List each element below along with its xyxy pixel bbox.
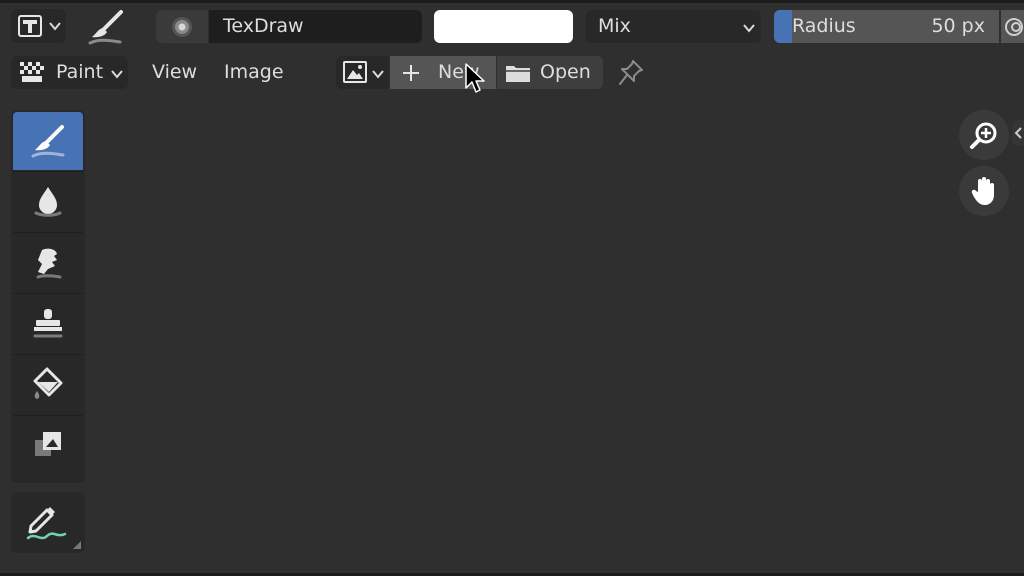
color-swatch[interactable] [434,10,573,43]
pressure-icon [1004,17,1024,37]
paint-bucket-icon [29,365,67,403]
zoom-icon [969,120,999,150]
sidebar-toggle-button[interactable] [1012,120,1024,146]
mask-icon [31,428,65,462]
smear-icon [30,244,66,280]
blend-mode-value: Mix [598,15,631,37]
chevron-down-icon [743,23,755,33]
smear-tool[interactable] [13,233,83,291]
brush-preview-button[interactable] [156,10,208,43]
annotate-tool[interactable] [11,492,85,553]
image-browse-button[interactable] [336,56,389,89]
stamp-icon [30,305,66,341]
chevron-down-icon [111,69,123,79]
mask-tool[interactable] [13,416,83,474]
radius-label: Radius [792,15,856,37]
menu-view[interactable]: View [152,63,197,82]
radius-slider-fill [774,10,792,43]
soften-tool[interactable] [13,172,83,230]
pin-icon[interactable] [618,59,644,87]
image-icon [343,61,367,83]
radius-slider[interactable]: Radius 50 px [774,10,999,43]
annotate-pencil-icon [25,502,71,544]
zoom-button[interactable] [959,110,1009,160]
mode-dropdown[interactable]: Paint [11,56,128,89]
brush-name-text: TexDraw [223,15,304,37]
blend-mode-dropdown[interactable]: Mix [586,10,761,43]
radius-value: 50 px [931,15,985,37]
hand-icon [970,175,998,207]
tool-shelf [11,110,85,483]
brush-name-field[interactable]: TexDraw [209,10,422,43]
fill-tool[interactable] [13,355,83,413]
corner-expand-icon [73,541,81,549]
brush-icon [28,121,68,161]
image-editor-icon [18,15,42,37]
open-label: Open [540,61,591,83]
drop-icon [30,183,66,219]
chevron-down-icon [49,21,61,31]
chevron-down-icon [372,69,384,79]
brush-preview-icon [170,15,194,39]
top-border [0,0,1024,3]
paint-mode-icon [20,62,44,84]
pressure-toggle-button[interactable] [1001,10,1024,43]
open-image-button[interactable]: Open [497,56,603,89]
draw-tool[interactable] [13,112,83,170]
brush-icon [86,7,126,47]
menu-image[interactable]: Image [224,63,284,82]
folder-icon [505,63,531,83]
mode-label: Paint [56,61,104,83]
mouse-cursor-icon [465,63,485,95]
pan-button[interactable] [959,166,1009,216]
editor-type-button[interactable] [11,9,66,43]
clone-tool[interactable] [13,294,83,352]
plus-icon [402,64,420,82]
chevron-left-icon [1014,127,1022,139]
